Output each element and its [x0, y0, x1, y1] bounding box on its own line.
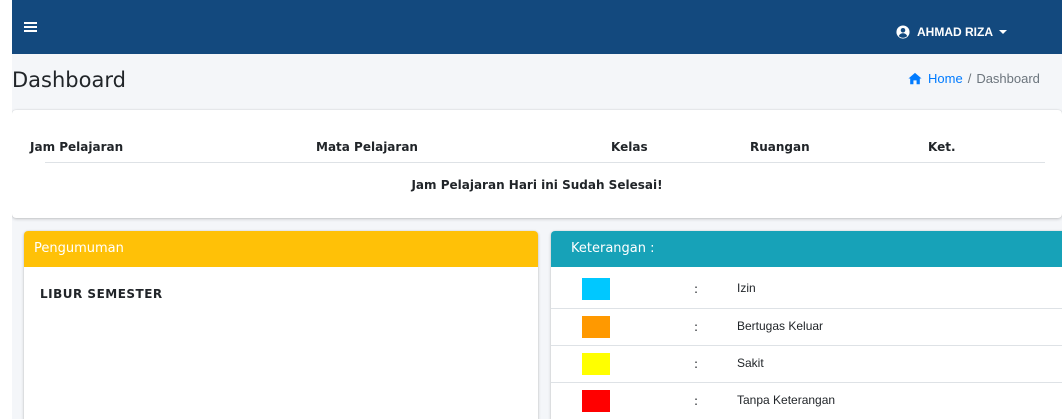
hamburger-icon[interactable] — [24, 22, 37, 32]
announcement-header: Pengumuman — [24, 231, 538, 267]
breadcrumb-home-link[interactable]: Home — [928, 71, 963, 86]
breadcrumb-separator: / — [967, 71, 972, 86]
top-navbar: AHMAD RIZA — [12, 0, 1062, 54]
content-wrapper: AHMAD RIZA Dashboard Home / Dashboard Ja… — [12, 0, 1062, 419]
schedule-empty-message: Jam Pelajaran Hari ini Sudah Selesai! — [411, 178, 663, 192]
legend-card: Keterangan : : Izin : Bertugas Keluar : … — [551, 231, 1062, 419]
caret-down-icon — [999, 30, 1007, 34]
legend-label: Tanpa Keterangan — [737, 393, 836, 407]
announcement-text: LIBUR SEMESTER — [40, 287, 163, 301]
user-name: AHMAD RIZA — [917, 25, 993, 39]
column-header-ket: Ket. — [928, 140, 956, 154]
legend-label: Bertugas Keluar — [737, 319, 824, 333]
legend-colon: : — [694, 320, 699, 334]
column-header-ruangan: Ruangan — [750, 140, 810, 154]
legend-colon: : — [694, 357, 699, 371]
column-header-mata-pelajaran: Mata Pelajaran — [316, 140, 418, 154]
column-header-jam-pelajaran: Jam Pelajaran — [30, 140, 124, 154]
breadcrumb: Home / Dashboard — [908, 71, 1040, 86]
column-header-kelas: Kelas — [611, 140, 648, 154]
table-divider — [45, 162, 1045, 163]
legend-header: Keterangan : — [551, 231, 1062, 267]
legend-item-sakit: : Sakit — [551, 345, 1062, 382]
legend-label: Sakit — [737, 356, 764, 370]
color-swatch — [582, 316, 610, 338]
legend-item-tanpa-keterangan: : Tanpa Keterangan — [551, 382, 1062, 419]
announcement-card: Pengumuman LIBUR SEMESTER — [24, 231, 538, 419]
user-circle-icon — [896, 25, 910, 39]
color-swatch — [582, 353, 610, 375]
page-title: Dashboard — [12, 68, 126, 92]
breadcrumb-current: Dashboard — [976, 71, 1040, 86]
home-icon — [908, 72, 922, 85]
color-swatch — [582, 278, 610, 300]
color-swatch — [582, 390, 610, 412]
legend-label: Izin — [737, 281, 756, 295]
legend-item-izin: : Izin — [551, 271, 1062, 308]
user-menu-dropdown[interactable]: AHMAD RIZA — [896, 24, 1007, 40]
legend-colon: : — [694, 282, 699, 296]
legend-item-bertugas-keluar: : Bertugas Keluar — [551, 308, 1062, 345]
schedule-card: Jam Pelajaran Mata Pelajaran Kelas Ruang… — [12, 110, 1062, 218]
legend-colon: : — [694, 394, 699, 408]
